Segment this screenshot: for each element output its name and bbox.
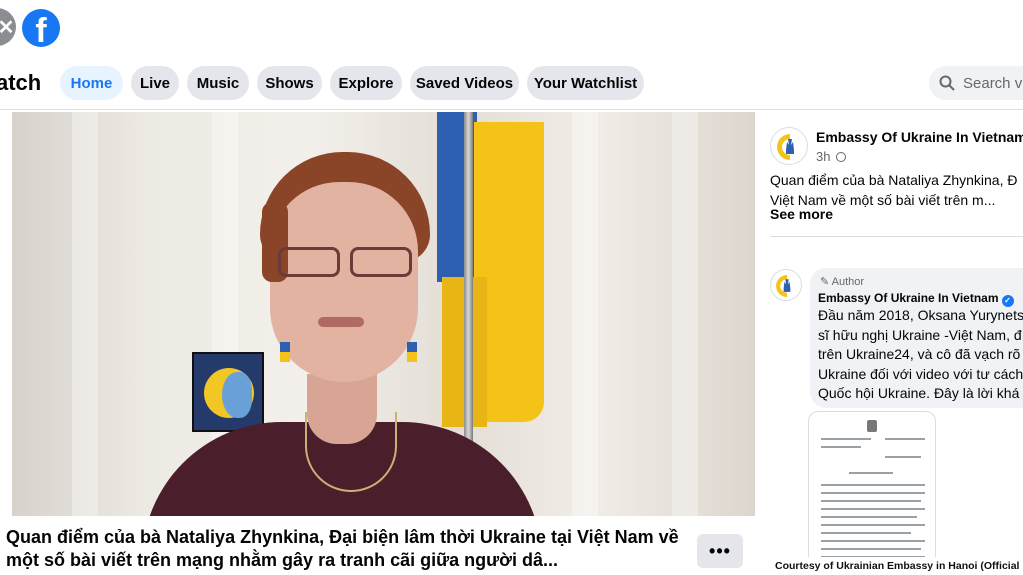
search-icon	[939, 75, 955, 91]
earring-left	[280, 342, 290, 362]
tab-home[interactable]: Home	[60, 66, 123, 100]
page-avatar[interactable]	[770, 127, 808, 165]
page-name[interactable]: Embassy Of Ukraine In Vietnam	[816, 129, 1023, 145]
document-line	[821, 484, 925, 486]
earring-right	[407, 342, 417, 362]
curtain-fold	[72, 112, 98, 516]
tab-live[interactable]: Live	[131, 66, 179, 100]
author-badge: ✎ Author	[820, 276, 865, 288]
speaker-face	[270, 182, 418, 382]
flagpole	[464, 112, 473, 442]
photo-credit: Courtesy of Ukrainian Embassy in Hanoi (…	[771, 557, 1023, 575]
video-title[interactable]: Quan điểm của bà Nataliya Zhynkina, Đại …	[6, 526, 706, 572]
comment-text: Đầu năm 2018, Oksana Yurynets sĩ hữu ngh…	[818, 307, 1023, 401]
see-more-link[interactable]: See more	[770, 206, 833, 222]
document-line	[821, 532, 911, 534]
comment-avatar[interactable]	[770, 269, 802, 301]
document-line	[821, 446, 861, 448]
pen-icon: ✎	[820, 276, 832, 288]
document-line	[821, 548, 921, 550]
document-line	[821, 492, 925, 494]
curtain-fold	[572, 112, 598, 516]
glasses-right	[350, 247, 412, 277]
comment-author-name[interactable]: Embassy Of Ukraine In Vietnam ✓	[818, 291, 1014, 307]
speaker-mouth	[318, 317, 364, 327]
search-input[interactable]: Search vid	[929, 66, 1023, 100]
tab-your-watchlist[interactable]: Your Watchlist	[527, 66, 644, 100]
wall-painting	[192, 352, 264, 432]
page-title: atch	[0, 70, 42, 95]
watch-nav-bar: atch Home Live Music Shows Explore Saved…	[0, 56, 1023, 110]
search-placeholder: Search vid	[963, 74, 1023, 92]
glasses-left	[278, 247, 340, 277]
document-line	[821, 500, 921, 502]
tab-explore[interactable]: Explore	[330, 66, 402, 100]
document-line	[821, 524, 925, 526]
document-attachment-image[interactable]	[808, 411, 936, 575]
more-options-button[interactable]: •••	[697, 534, 743, 568]
document-line	[821, 508, 925, 510]
divider	[770, 236, 1023, 237]
document-line	[821, 438, 871, 440]
close-icon[interactable]: ✕	[0, 8, 16, 46]
document-line	[821, 540, 925, 542]
post-time: 3h	[816, 149, 847, 164]
globe-icon	[836, 152, 847, 162]
tab-saved-videos[interactable]: Saved Videos	[410, 66, 519, 100]
document-line	[821, 516, 917, 518]
tab-shows[interactable]: Shows	[257, 66, 322, 100]
document-line	[885, 456, 921, 458]
post-text: Quan điểm của bà Nataliya Zhynkina, Đ Vi…	[770, 172, 1018, 208]
facebook-logo-icon[interactable]: f	[22, 9, 60, 47]
document-seal-icon	[867, 420, 877, 432]
tab-music[interactable]: Music	[187, 66, 249, 100]
curtain-fold	[672, 112, 698, 516]
document-line	[849, 472, 893, 474]
top-bar: ✕ f	[0, 0, 1023, 56]
document-line	[885, 438, 925, 440]
video-player[interactable]	[12, 112, 755, 516]
